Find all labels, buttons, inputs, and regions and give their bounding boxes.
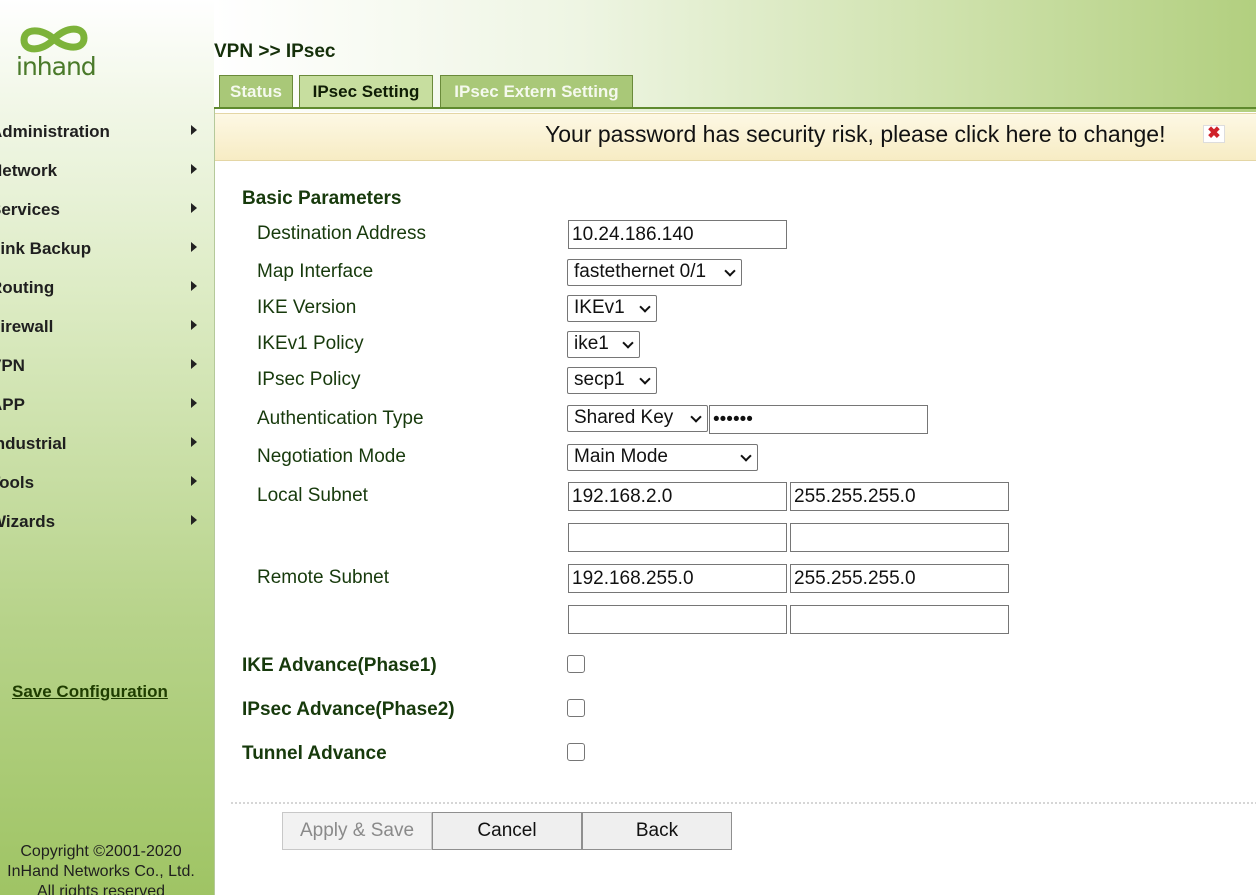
remote-subnet-2-mask-input[interactable] <box>790 605 1009 634</box>
caret-right-icon <box>191 398 197 408</box>
chevron-down-icon <box>639 301 651 313</box>
local-subnet-2-mask-input[interactable] <box>790 523 1009 552</box>
main-content: Your password has security risk, please … <box>214 109 1256 895</box>
chevron-down-icon <box>639 373 651 385</box>
menu-item-network[interactable]: Network <box>0 157 204 185</box>
map-interface-label: Map Interface <box>257 261 374 282</box>
apply-save-button[interactable]: Apply & Save <box>282 812 432 850</box>
menu-item-industrial[interactable]: Industrial <box>0 430 204 458</box>
caret-right-icon <box>191 164 197 174</box>
menu-item-label: APP <box>0 395 25 414</box>
chevron-down-icon <box>690 411 702 423</box>
shared-key-input[interactable] <box>709 405 928 434</box>
tunnel-advance-checkbox[interactable] <box>567 743 585 761</box>
password-warning-link[interactable]: Your password has security risk, please … <box>545 121 1165 148</box>
tunnel-advance-label: Tunnel Advance <box>242 743 387 764</box>
local-subnet-label: Local Subnet <box>257 485 368 506</box>
breadcrumb: VPN >> IPsec <box>214 41 336 62</box>
header: VPN >> IPsec Status IPsec Setting IPsec … <box>214 0 1256 112</box>
menu-item-label: Network <box>0 161 58 180</box>
infinity-logo-icon <box>20 25 88 53</box>
ike-version-select[interactable]: IKEv1 <box>567 295 657 322</box>
caret-right-icon <box>191 320 197 330</box>
menu-item-vpn[interactable]: VPN <box>0 352 204 380</box>
divider <box>231 802 1256 804</box>
local-subnet-2-ip-input[interactable] <box>568 523 787 552</box>
chevron-down-icon <box>740 450 752 462</box>
menu-item-administration[interactable]: Administration <box>0 118 204 146</box>
caret-right-icon <box>191 359 197 369</box>
local-subnet-1-ip-input[interactable] <box>568 482 787 511</box>
copyright-line: InHand Networks Co., Ltd. <box>7 863 195 880</box>
remote-subnet-label: Remote Subnet <box>257 567 390 588</box>
copyright: Copyright ©2001-2020 InHand Networks Co.… <box>0 842 214 895</box>
chevron-down-icon <box>724 265 736 277</box>
tab-ipsec-extern-setting[interactable]: IPsec Extern Setting <box>440 75 633 108</box>
caret-right-icon <box>191 281 197 291</box>
remote-subnet-1-mask-input[interactable] <box>790 564 1009 593</box>
ikev1-policy-value: ike1 <box>574 333 609 354</box>
ike-advance-phase1-checkbox[interactable] <box>567 655 585 673</box>
back-button[interactable]: Back <box>582 812 732 850</box>
negotiation-mode-label: Negotiation Mode <box>257 446 406 467</box>
menu-item-app[interactable]: APP <box>0 391 204 419</box>
menu-item-label: Link Backup <box>0 239 92 258</box>
map-interface-value: fastethernet 0/1 <box>574 261 707 282</box>
menu-item-wizards[interactable]: Wizards <box>0 508 204 536</box>
ipsec-advance-phase2-label: IPsec Advance(Phase2) <box>242 699 455 720</box>
authentication-type-select[interactable]: Shared Key <box>567 405 708 432</box>
caret-right-icon <box>191 476 197 486</box>
basic-parameters-heading: Basic Parameters <box>242 188 402 209</box>
menu-item-routing[interactable]: Routing <box>0 274 204 302</box>
negotiation-mode-select[interactable]: Main Mode <box>567 444 758 471</box>
ipsec-policy-value: secp1 <box>574 369 625 390</box>
close-icon[interactable]: ✖ <box>1203 125 1225 143</box>
caret-right-icon <box>191 242 197 252</box>
copyright-line: Copyright ©2001-2020 <box>20 843 182 860</box>
ike-advance-phase1-label: IKE Advance(Phase1) <box>242 655 437 676</box>
inhand-logo: inhand <box>14 22 104 88</box>
menu-item-label: Wizards <box>0 512 56 531</box>
caret-right-icon <box>191 437 197 447</box>
menu-item-services[interactable]: Services <box>0 196 204 224</box>
caret-right-icon <box>191 515 197 525</box>
menu-item-label: Routing <box>0 278 55 297</box>
ike-version-value: IKEv1 <box>574 297 625 318</box>
ike-version-label: IKE Version <box>257 297 357 318</box>
menu-item-firewall[interactable]: Firewall <box>0 313 204 341</box>
menu-item-label: Firewall <box>0 317 54 336</box>
menu-item-label: Services <box>0 200 60 219</box>
caret-right-icon <box>191 125 197 135</box>
copyright-line: All rights reserved <box>36 883 166 895</box>
save-configuration-link[interactable]: Save Configuration <box>12 682 168 702</box>
map-interface-select[interactable]: fastethernet 0/1 <box>567 259 742 286</box>
password-warning-banner: Your password has security risk, please … <box>215 113 1256 161</box>
destination-address-label: Destination Address <box>257 223 426 244</box>
ipsec-policy-select[interactable]: secp1 <box>567 367 657 394</box>
authentication-type-label: Authentication Type <box>257 408 424 429</box>
logo-wordmark: inhand <box>16 52 97 81</box>
sidebar: inhand Administration Network Services L… <box>0 0 214 895</box>
destination-address-input[interactable] <box>568 220 787 249</box>
cancel-button[interactable]: Cancel <box>432 812 582 850</box>
remote-subnet-2-ip-input[interactable] <box>568 605 787 634</box>
ipsec-advance-phase2-checkbox[interactable] <box>567 699 585 717</box>
authentication-type-value: Shared Key <box>574 407 674 428</box>
ipsec-policy-label: IPsec Policy <box>257 369 361 390</box>
chevron-down-icon <box>622 337 634 349</box>
tab-status[interactable]: Status <box>219 75 293 108</box>
menu-item-link-backup[interactable]: Link Backup <box>0 235 204 263</box>
ikev1-policy-label: IKEv1 Policy <box>257 333 364 354</box>
local-subnet-1-mask-input[interactable] <box>790 482 1009 511</box>
menu-item-label: VPN <box>0 356 25 375</box>
menu-item-tools[interactable]: Tools <box>0 469 204 497</box>
tab-ipsec-setting[interactable]: IPsec Setting <box>299 75 433 108</box>
caret-right-icon <box>191 203 197 213</box>
remote-subnet-1-ip-input[interactable] <box>568 564 787 593</box>
negotiation-mode-value: Main Mode <box>574 446 668 467</box>
ikev1-policy-select[interactable]: ike1 <box>567 331 640 358</box>
menu-item-label: Administration <box>0 122 110 141</box>
menu-item-label: Tools <box>0 473 35 492</box>
menu-item-label: Industrial <box>0 434 67 453</box>
